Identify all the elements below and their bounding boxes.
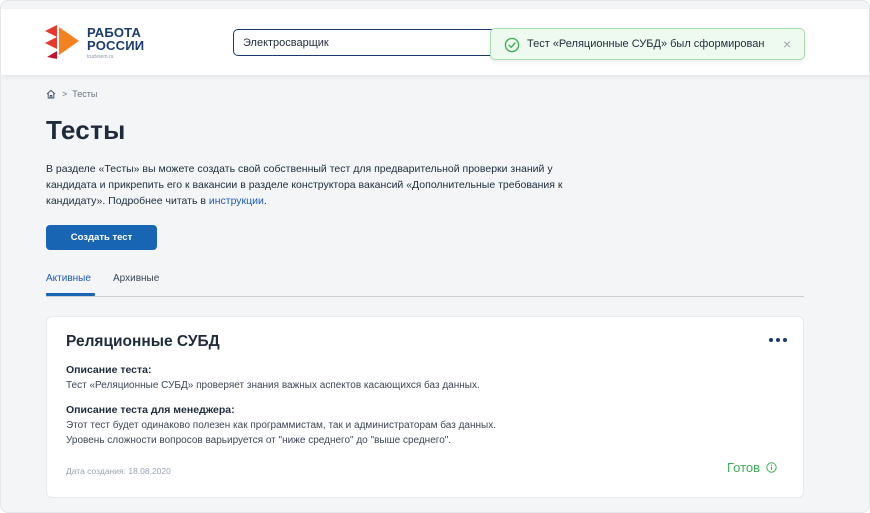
header: РАБОТА РОССИИ trudvsem.ru Тест «Реляцион… [1,9,869,75]
breadcrumb-separator: > [62,89,68,99]
search-input[interactable] [233,29,533,56]
status-badge: Готов [727,459,777,475]
logo-site: trudvsem.ru [87,54,114,60]
info-icon[interactable] [766,461,777,473]
home-icon[interactable] [46,89,56,99]
instructions-link[interactable]: инструкции [209,195,264,207]
check-circle-icon [504,37,520,53]
intro-text: В разделе «Тесты» вы можете создать свой… [46,161,566,209]
tab-active[interactable]: Активные [46,273,91,284]
description-label: Описание теста: [66,364,152,376]
app-frame: РАБОТА РОССИИ trudvsem.ru Тест «Реляцион… [0,0,870,513]
page-title: Тесты [46,115,126,145]
breadcrumb-current: Тесты [72,89,98,99]
tab-active-indicator [46,293,95,296]
more-dots-icon[interactable] [769,337,787,343]
logo-text-line2: РОССИИ [87,38,145,53]
manager-description-line2: Уровень сложности вопросов варьируется о… [66,435,452,446]
tabs: Активные Архивные [46,267,804,297]
logo-mark-icon [45,25,79,59]
status-text: Готов [727,459,761,475]
manager-description-label: Описание теста для менеджера: [66,404,235,416]
logo[interactable]: РАБОТА РОССИИ trudvsem.ru [45,23,145,63]
tab-archive[interactable]: Архивные [113,273,159,284]
create-test-button[interactable]: Создать тест [46,225,157,250]
description-text: Тест «Реляционные СУБД» проверяет знания… [66,380,480,391]
test-title: Реляционные СУБД [66,333,220,350]
intro-end: . [263,195,267,207]
manager-description-line1: Этот тест будет одинаково полезен как пр… [66,420,496,431]
intro-body: В разделе «Тесты» вы можете создать свой… [46,163,563,207]
breadcrumb: > Тесты [46,87,97,101]
creation-date: Дата создания: 18.08.2020 [66,466,171,476]
close-icon[interactable]: × [783,36,791,52]
test-card: Реляционные СУБД Описание теста: Тест «Р… [46,316,804,498]
success-toast: Тест «Реляционные СУБД» был сформирован … [490,28,805,60]
toast-message: Тест «Реляционные СУБД» был сформирован [527,38,765,50]
